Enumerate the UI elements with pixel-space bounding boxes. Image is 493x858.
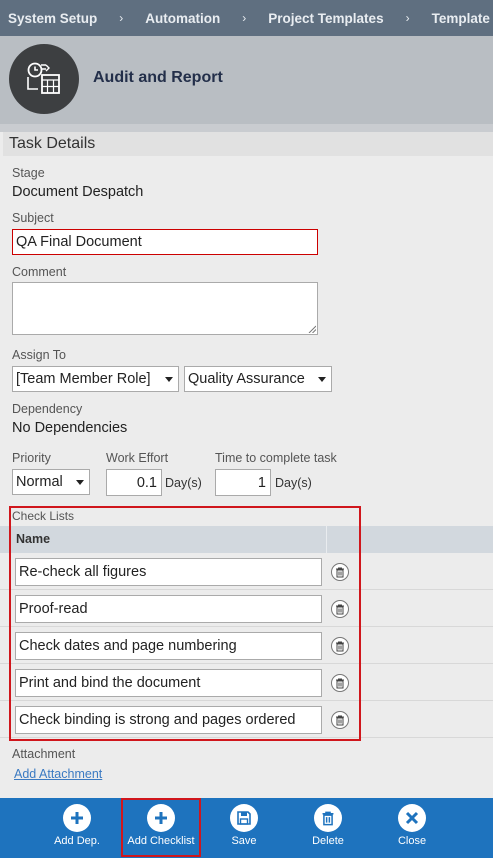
chevron-down-icon [318,377,326,382]
template-calendar-icon [9,44,79,114]
page-title: Audit and Report [93,69,223,86]
comment-textarea[interactable] [12,282,318,335]
subject-label: Subject [12,211,54,225]
bottom-toolbar: Add Dep. Add Checklist Save Delete Close [0,798,493,858]
chevron-down-icon [165,377,173,382]
checklist-item-input[interactable]: Check binding is strong and pages ordere… [15,706,322,734]
assign-team-select[interactable]: Quality Assurance [184,366,332,392]
close-label: Close [397,835,427,847]
time-to-complete-input[interactable]: 1 [215,469,271,496]
assign-role-select[interactable]: [Team Member Role] [12,366,179,392]
priority-value: Normal [16,474,63,490]
breadcrumb-separator: › [405,11,410,25]
save-label: Save [231,835,257,847]
save-button[interactable]: Save [209,798,279,858]
trash-icon[interactable] [331,600,349,618]
breadcrumb-item-template-details: Template Details [431,10,493,26]
trash-icon[interactable] [331,674,349,692]
save-icon [230,804,258,832]
header-divider [0,124,493,132]
breadcrumb-item-system-setup[interactable]: System Setup [8,11,97,26]
trash-icon [314,804,342,832]
panel-title: Task Details [3,132,493,156]
priority-select[interactable]: Normal [12,469,90,495]
work-effort-label: Work Effort [106,451,169,465]
breadcrumb-separator: › [119,11,124,25]
checklist-item-input[interactable]: Print and bind the document [15,669,322,697]
dependency-value: No Dependencies [12,420,128,436]
checklist-item-input[interactable]: Check dates and page numbering [15,632,322,660]
close-button[interactable]: Close [377,798,447,858]
breadcrumb-item-project-templates[interactable]: Project Templates [268,11,383,26]
trash-icon[interactable] [331,711,349,729]
dependency-label: Dependency [12,402,83,416]
assign-to-label: Assign To [12,348,66,362]
add-checklist-label: Add Checklist [127,835,195,847]
checklist-label: Check Lists [12,509,75,523]
assign-role-value: [Team Member Role] [16,371,151,387]
work-effort-input[interactable]: 0.1 [106,469,162,496]
chevron-down-icon [76,480,84,485]
add-attachment-link[interactable]: Add Attachment [14,767,102,781]
page-header: Audit and Report [0,36,493,124]
checklist-column-name: Name [16,532,51,546]
close-icon [398,804,426,832]
breadcrumb: System Setup › Automation › Project Temp… [0,0,493,36]
priority-label: Priority [12,451,51,465]
add-checklist-button[interactable]: Add Checklist [126,798,196,858]
attachment-label: Attachment [12,747,76,761]
assign-team-value: Quality Assurance [188,371,305,387]
breadcrumb-item-automation[interactable]: Automation [145,11,220,26]
add-dependency-button[interactable]: Add Dep. [42,798,112,858]
checklist-item-input[interactable]: Proof-read [15,595,322,623]
checklist-header-row [0,526,493,553]
delete-label: Delete [312,835,344,847]
plus-icon [63,804,91,832]
stage-value: Document Despatch [12,184,144,200]
plus-icon [147,804,175,832]
checklist-item-input[interactable]: Re-check all figures [15,558,322,586]
trash-icon[interactable] [331,637,349,655]
add-dependency-label: Add Dep. [54,835,100,847]
stage-label: Stage [12,166,45,180]
work-effort-unit: Day(s) [165,476,202,490]
trash-icon[interactable] [331,563,349,581]
breadcrumb-separator: › [242,11,247,25]
time-to-complete-unit: Day(s) [275,476,312,490]
subject-input[interactable]: QA Final Document [12,229,318,255]
time-to-complete-label: Time to complete task [215,451,337,465]
column-divider [326,526,327,553]
resize-grip-icon[interactable] [308,325,316,333]
delete-button[interactable]: Delete [293,798,363,858]
comment-label: Comment [12,265,67,279]
